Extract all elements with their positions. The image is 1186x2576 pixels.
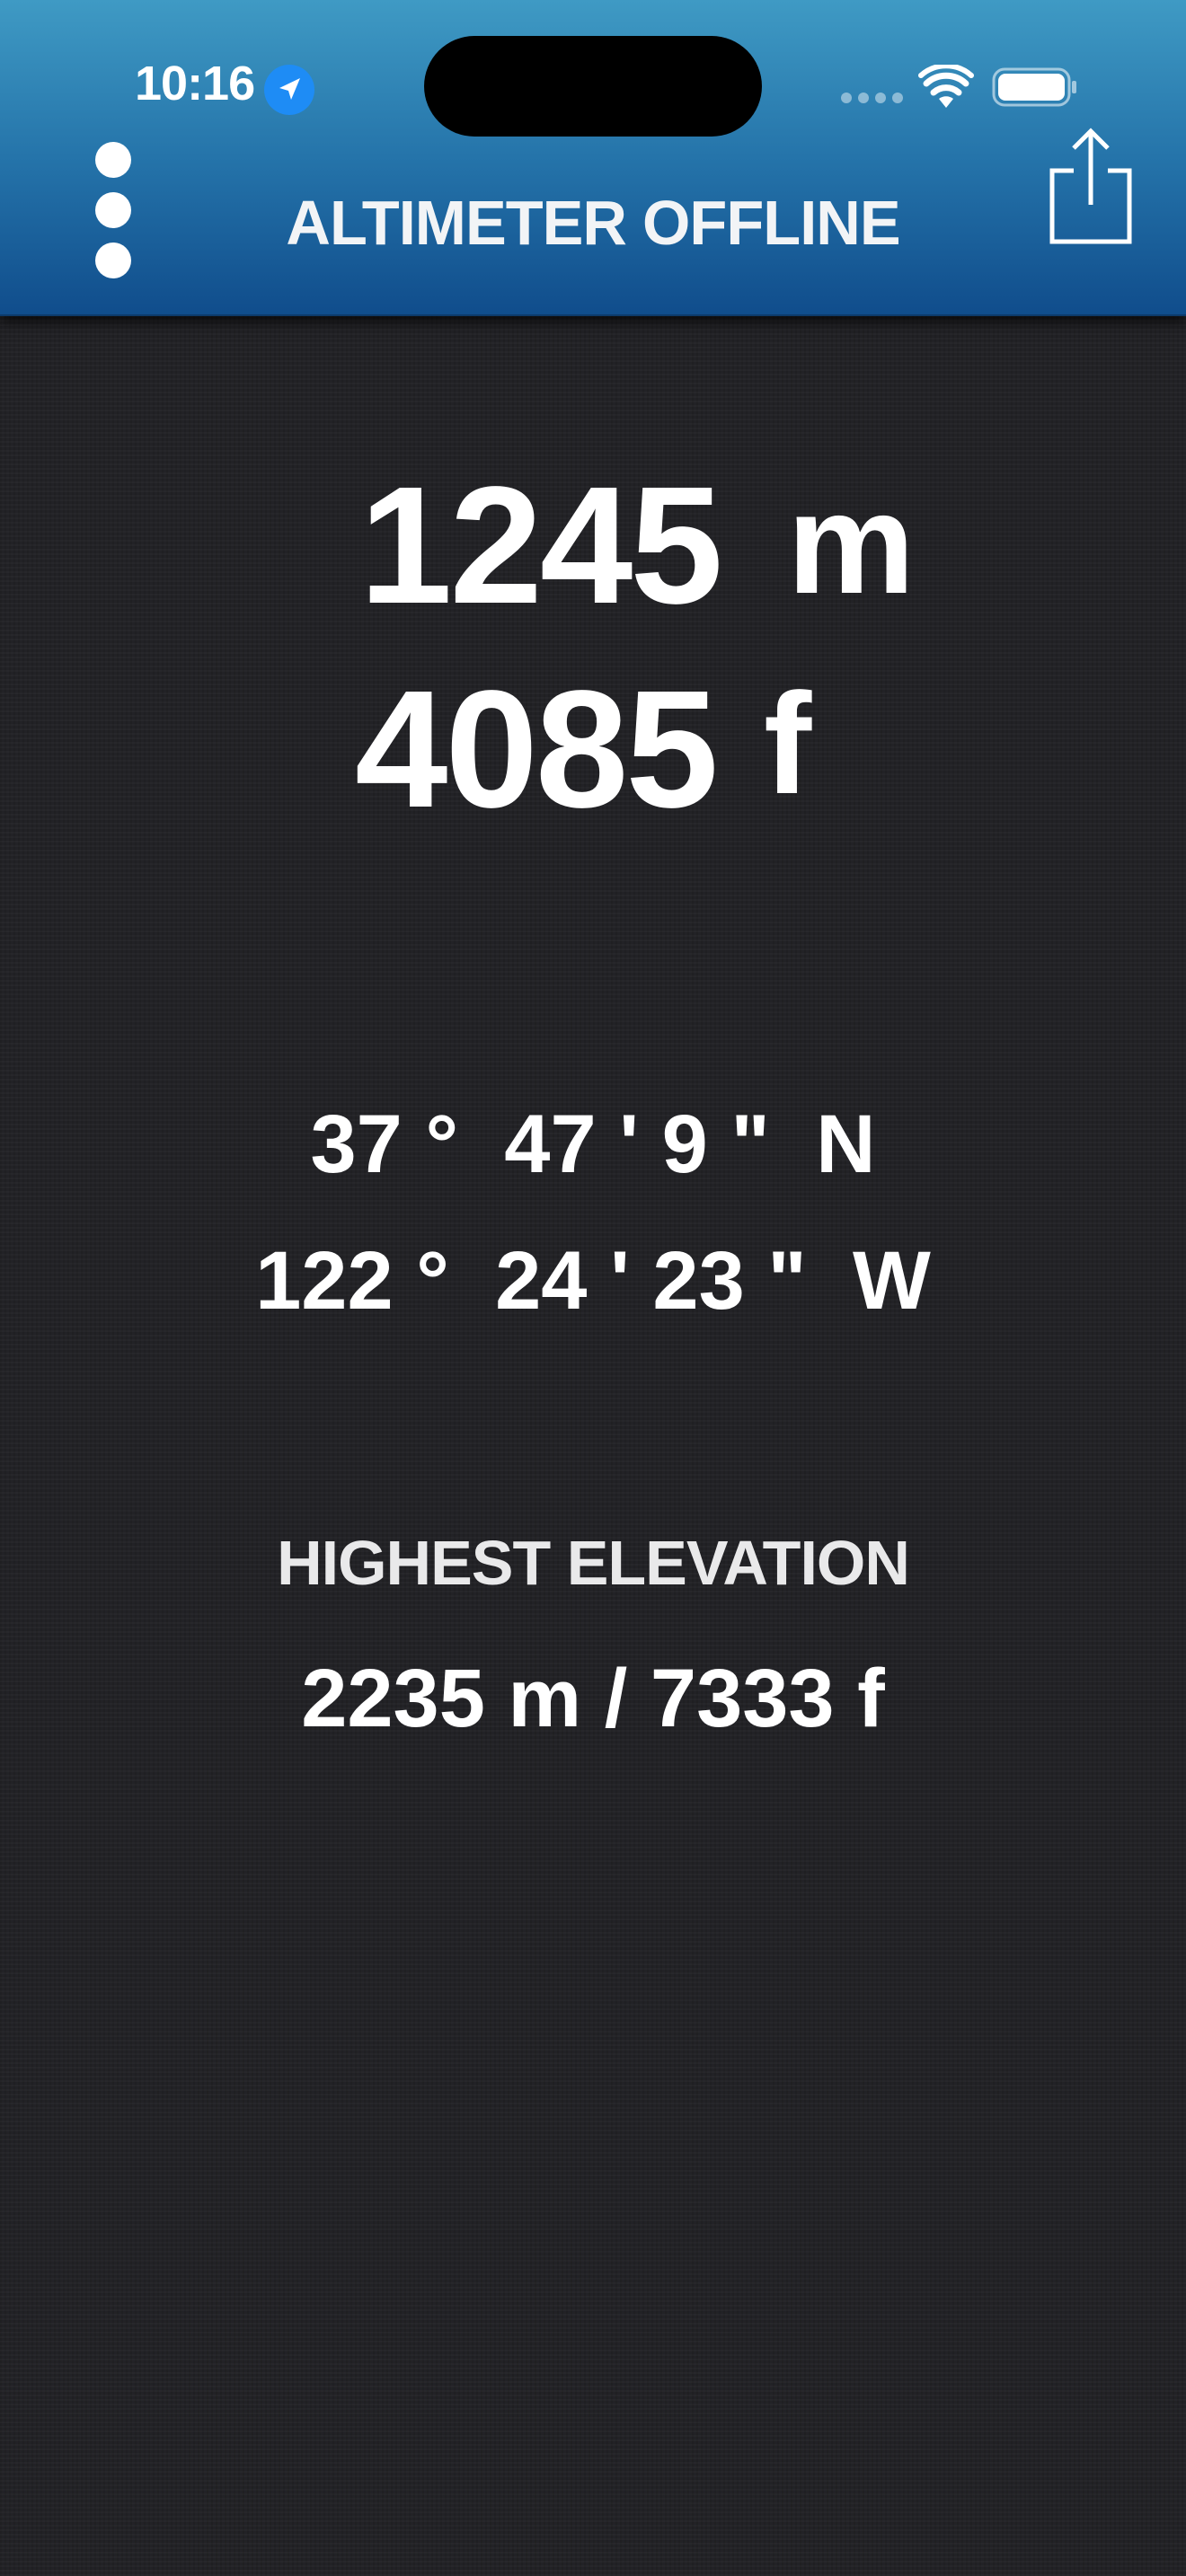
status-time: 10:16 xyxy=(135,57,255,110)
app-title: ALTIMETER OFFLINE xyxy=(286,188,900,258)
app-header: 10:16 ALTIMETER OFFLINE xyxy=(0,0,1186,316)
altitude-meters-unit: m xyxy=(787,463,916,623)
altitude-feet-value: 4085 xyxy=(355,657,719,842)
highest-elevation-label: HIGHEST ELEVATION xyxy=(277,1528,910,1598)
battery-icon xyxy=(992,67,1076,107)
more-menu-button[interactable] xyxy=(84,135,142,287)
location-arrow-icon xyxy=(264,65,314,115)
dynamic-island xyxy=(424,36,762,137)
longitude-text: 122 ° 24 ' 23 " W xyxy=(255,1235,931,1327)
cellular-dots-icon xyxy=(841,93,904,105)
highest-elevation-value: 2235 m / 7333 f xyxy=(301,1653,885,1744)
altitude-meters-value: 1245 xyxy=(359,453,723,639)
share-button[interactable] xyxy=(1044,126,1137,251)
more-vertical-icon-dot xyxy=(95,243,131,278)
more-vertical-icon-dot xyxy=(95,192,131,228)
altitude-feet-unit: f xyxy=(764,663,812,824)
more-vertical-icon-dot xyxy=(95,142,131,178)
wifi-icon xyxy=(918,65,974,108)
latitude-text: 37 ° 47 ' 9 " N xyxy=(310,1098,876,1190)
share-icon xyxy=(1049,128,1132,244)
